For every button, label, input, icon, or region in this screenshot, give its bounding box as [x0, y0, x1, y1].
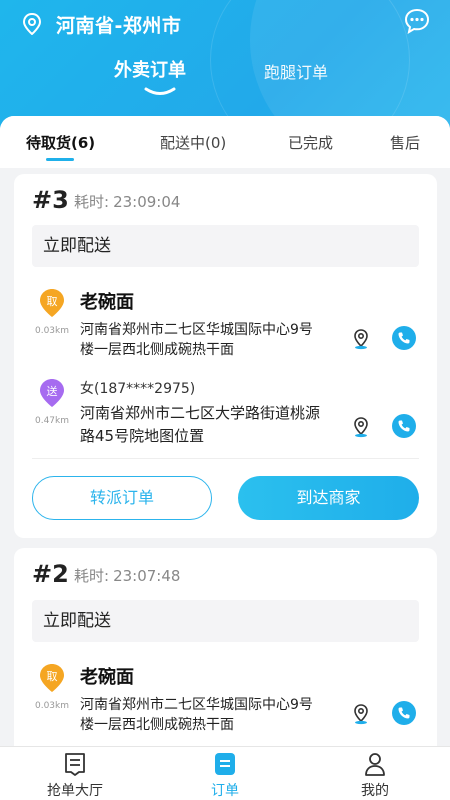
card-divider — [32, 458, 419, 459]
arrive-merchant-button[interactable]: 到达商家 — [238, 476, 419, 520]
pickup-badge-text: 取 — [47, 295, 58, 308]
pickup-distance: 0.03km — [34, 701, 70, 711]
elapsed-time-value: 23:07:48 — [113, 567, 181, 585]
pickup-badge-text: 取 — [47, 670, 58, 683]
dispatch-type: 立即配送 — [32, 225, 419, 267]
order-number: #3 — [32, 186, 69, 214]
tab-pending-pickup[interactable]: 待取货(6) — [26, 132, 95, 153]
tab-completed[interactable]: 已完成 — [288, 132, 333, 153]
status-tab-underline — [46, 158, 74, 161]
delivery-address: 河南省郑州市二七区大学路街道桃源路45号院地图位置 — [80, 404, 321, 445]
location-pin-icon — [22, 13, 42, 35]
orders-panel: 待取货(6) 配送中(0) 已完成 售后 #3 耗时: 23:09:04 立即配送… — [0, 116, 450, 746]
order-card[interactable]: #3 耗时: 23:09:04 立即配送 取 0.03km 老碗面 河南省郑州市二… — [14, 174, 437, 538]
dispatch-type: 立即配送 — [32, 600, 419, 642]
order-hall-icon — [65, 753, 85, 776]
location-selector[interactable]: 河南省-郑州市 — [22, 10, 181, 38]
nav-profile[interactable]: 我的 — [330, 751, 420, 800]
call-merchant-icon[interactable] — [392, 701, 416, 725]
nav-profile-label: 我的 — [361, 783, 389, 799]
tab-after-sales[interactable]: 售后 — [390, 132, 420, 153]
elapsed-time-value: 23:09:04 — [113, 193, 181, 211]
order-type-tabs: 外卖订单 跑腿订单 — [0, 56, 450, 96]
tab-errand-orders[interactable]: 跑腿订单 — [264, 59, 328, 83]
pickup-badge: 取 0.03km — [32, 288, 72, 336]
city-label: 河南省-郑州市 — [56, 14, 182, 37]
orders-icon — [215, 753, 235, 775]
navigate-icon[interactable] — [350, 703, 372, 725]
tab-takeout-orders[interactable]: 外卖订单 — [114, 56, 186, 82]
nav-orders[interactable]: 订单 — [180, 751, 270, 800]
pickup-marker-icon: 取 — [40, 664, 64, 692]
tab-delivering[interactable]: 配送中(0) — [160, 132, 226, 153]
elapsed-time: 耗时: 23:09:04 — [74, 191, 180, 212]
pickup-badge: 取 0.03km — [32, 663, 72, 711]
delivery-distance: 0.47km — [34, 416, 70, 426]
delivery-marker-icon: 送 — [40, 379, 64, 407]
message-icon[interactable] — [404, 8, 430, 34]
elapsed-time-label: 耗时: — [74, 567, 110, 585]
pickup-stop: 取 0.03km 老碗面 河南省郑州市二七区华城国际中心9号楼一层西北侧成碗热干… — [32, 663, 422, 733]
active-tab-indicator — [144, 87, 176, 95]
delivery-stop: 送 0.47km 女(187****2975) 河南省郑州市二七区大学路街道桃源… — [32, 378, 422, 456]
nav-order-hall-label: 抢单大厅 — [47, 783, 103, 799]
nav-orders-label: 订单 — [211, 783, 239, 799]
status-tabs: 待取货(6) 配送中(0) 已完成 售后 — [0, 116, 450, 168]
bottom-nav: 抢单大厅 订单 我的 — [0, 746, 450, 800]
pickup-marker-icon: 取 — [40, 289, 64, 317]
elapsed-time-label: 耗时: — [74, 193, 110, 211]
order-number: #2 — [32, 560, 69, 588]
profile-icon — [365, 753, 385, 776]
delivery-badge: 送 0.47km — [32, 378, 72, 426]
merchant-name: 老碗面 — [80, 292, 134, 313]
merchant-name: 老碗面 — [80, 667, 134, 688]
elapsed-time: 耗时: 23:07:48 — [74, 565, 180, 586]
customer-contact: 女(187****2975) — [80, 381, 196, 397]
navigate-icon[interactable] — [350, 416, 372, 438]
pickup-address: 河南省郑州市二七区华城国际中心9号楼一层西北侧成碗热干面 — [80, 322, 313, 358]
nav-order-hall[interactable]: 抢单大厅 — [30, 751, 120, 800]
order-card[interactable]: #2 耗时: 23:07:48 立即配送 取 0.03km 老碗面 河南省郑州市二… — [14, 548, 437, 746]
call-merchant-icon[interactable] — [392, 326, 416, 350]
call-customer-icon[interactable] — [392, 414, 416, 438]
pickup-address: 河南省郑州市二七区华城国际中心9号楼一层西北侧成碗热干面 — [80, 697, 313, 733]
navigate-icon[interactable] — [350, 328, 372, 350]
pickup-stop: 取 0.03km 老碗面 河南省郑州市二七区华城国际中心9号楼一层西北侧成碗热干… — [32, 288, 422, 358]
pickup-distance: 0.03km — [34, 326, 70, 336]
delivery-badge-text: 送 — [47, 384, 58, 398]
transfer-order-button[interactable]: 转派订单 — [32, 476, 212, 520]
